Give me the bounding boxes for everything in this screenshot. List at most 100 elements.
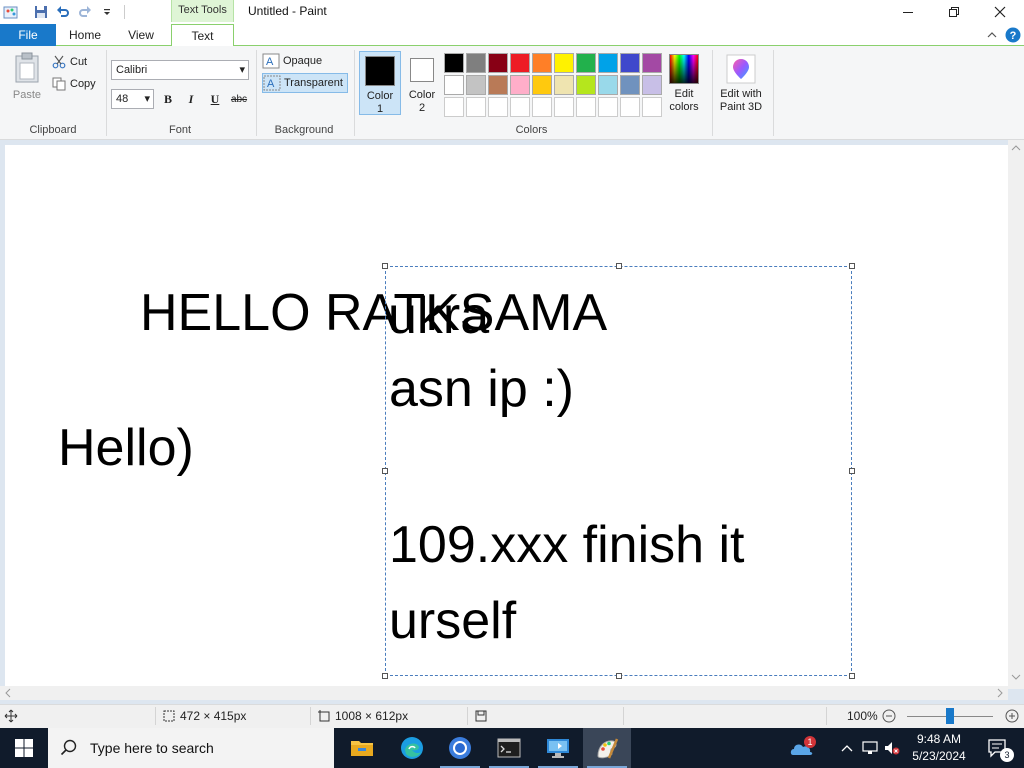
palette-swatch[interactable] [532, 75, 552, 95]
resize-handle-bottom[interactable] [616, 673, 622, 679]
taskbar-search-box[interactable]: Type here to search [48, 728, 334, 768]
redo-icon[interactable] [74, 2, 96, 22]
palette-swatch[interactable] [620, 53, 640, 73]
edit-with-paint3d-button[interactable]: Edit with Paint 3D [716, 54, 766, 114]
copy-button[interactable]: Copy [52, 74, 96, 94]
palette-swatch[interactable] [598, 75, 618, 95]
undo-icon[interactable] [52, 2, 74, 22]
palette-swatch[interactable] [554, 97, 574, 117]
font-size-select[interactable]: 48 ▾ [111, 89, 154, 109]
palette-swatch[interactable] [488, 75, 508, 95]
strikethrough-button[interactable]: abc [228, 89, 250, 109]
palette-swatch[interactable] [576, 97, 596, 117]
collapse-ribbon-icon[interactable] [983, 26, 1001, 44]
network-tray-icon[interactable] [859, 728, 881, 768]
palette-swatch[interactable] [642, 53, 662, 73]
zoom-out-button[interactable] [882, 709, 896, 723]
italic-button[interactable]: I [180, 89, 202, 109]
opaque-button[interactable]: A Opaque [262, 51, 348, 71]
palette-swatch[interactable] [532, 53, 552, 73]
palette-swatch[interactable] [620, 97, 640, 117]
chrome-taskbar-icon[interactable] [436, 728, 484, 768]
palette-swatch[interactable] [510, 97, 530, 117]
palette-swatch[interactable] [642, 97, 662, 117]
edit-colors-button[interactable]: Edit colors [664, 54, 704, 114]
selection-size-item: 472 × 415px [162, 709, 246, 723]
resize-handle-left[interactable] [382, 468, 388, 474]
palette-swatch[interactable] [598, 53, 618, 73]
customize-qat-icon[interactable] [96, 2, 118, 22]
bold-button[interactable]: B [157, 89, 179, 109]
palette-swatch[interactable] [598, 97, 618, 117]
save-icon[interactable] [30, 2, 52, 22]
zoom-slider-thumb[interactable] [946, 708, 954, 724]
color1-swatch [365, 56, 395, 86]
text-selection-box[interactable]: asn ip :) 109.xxx finish it urself [382, 263, 855, 679]
taskbar-clock[interactable]: 9:48 AM 5/23/2024 [904, 731, 974, 765]
close-button[interactable] [977, 0, 1023, 24]
minimize-button[interactable] [885, 0, 931, 24]
palette-swatch[interactable] [466, 97, 486, 117]
svg-text:?: ? [1010, 30, 1017, 42]
cut-button[interactable]: Cut [52, 52, 87, 72]
palette-swatch[interactable] [642, 75, 662, 95]
resize-handle-top[interactable] [616, 263, 622, 269]
palette-swatch[interactable] [576, 75, 596, 95]
palette-swatch[interactable] [510, 75, 530, 95]
palette-swatch[interactable] [444, 75, 464, 95]
paste-button[interactable]: Paste [8, 52, 46, 101]
resize-handle-right[interactable] [849, 468, 855, 474]
horizontal-scrollbar[interactable] [0, 686, 1008, 700]
resize-handle-bottom-left[interactable] [382, 673, 388, 679]
resize-handle-top-left[interactable] [382, 263, 388, 269]
palette-swatch[interactable] [576, 53, 596, 73]
resize-handle-top-right[interactable] [849, 263, 855, 269]
palette-swatch[interactable] [488, 53, 508, 73]
tab-home[interactable]: Home [60, 24, 110, 46]
file-explorer-taskbar-icon[interactable] [338, 728, 386, 768]
palette-swatch[interactable] [620, 75, 640, 95]
weather-tray-icon[interactable]: 1 [786, 728, 818, 768]
edge-taskbar-icon[interactable] [388, 728, 436, 768]
palette-swatch[interactable] [444, 97, 464, 117]
terminal-taskbar-icon[interactable] [485, 728, 533, 768]
font-family-select[interactable]: Calibri ▾ [111, 60, 249, 80]
action-center-button[interactable]: 3 [978, 728, 1018, 768]
palette-swatch[interactable] [532, 97, 552, 117]
drawing-canvas[interactable]: HELLO RATKSAMA ukra Hello) asn ip :) 109… [5, 145, 1008, 686]
scroll-up-icon[interactable] [1008, 142, 1024, 154]
palette-swatch[interactable] [466, 53, 486, 73]
underline-button[interactable]: U [204, 89, 226, 109]
paint3d-label-a: Edit with [720, 88, 762, 100]
start-button[interactable] [0, 728, 48, 768]
color1-button[interactable]: Color 1 [359, 51, 401, 115]
transparent-button[interactable]: A Transparent [262, 73, 348, 93]
palette-swatch[interactable] [554, 53, 574, 73]
selection-size-value: 472 × 415px [180, 709, 247, 723]
scroll-down-icon[interactable] [1008, 671, 1024, 683]
tab-file[interactable]: File [0, 24, 56, 46]
resize-handle-bottom-right[interactable] [849, 673, 855, 679]
color2-button[interactable]: Color 2 [401, 51, 443, 115]
scroll-left-icon[interactable] [2, 686, 14, 700]
color1-label-b: 1 [376, 103, 384, 115]
help-icon[interactable]: ? [1004, 26, 1022, 44]
scroll-right-icon[interactable] [994, 686, 1006, 700]
paint-app-icon[interactable] [0, 2, 22, 22]
tab-view[interactable]: View [118, 24, 164, 46]
tab-text[interactable]: Text [171, 24, 234, 47]
palette-swatch[interactable] [444, 53, 464, 73]
zoom-in-button[interactable] [1005, 709, 1019, 723]
palette-swatch[interactable] [466, 75, 486, 95]
palette-swatch[interactable] [488, 97, 508, 117]
palette-swatch[interactable] [554, 75, 574, 95]
restore-button[interactable] [931, 0, 977, 24]
ribbon: Paste Cut Copy Clipboard Calibri ▾ 48 ▾ … [0, 46, 1024, 140]
clock-time: 9:48 AM [916, 732, 962, 746]
palette-swatch[interactable] [510, 53, 530, 73]
show-hidden-icons-button[interactable] [837, 728, 857, 768]
remote-desktop-taskbar-icon[interactable] [534, 728, 582, 768]
volume-muted-tray-icon[interactable] [881, 728, 903, 768]
paint-taskbar-icon[interactable] [583, 728, 631, 768]
vertical-scrollbar[interactable] [1008, 140, 1024, 689]
